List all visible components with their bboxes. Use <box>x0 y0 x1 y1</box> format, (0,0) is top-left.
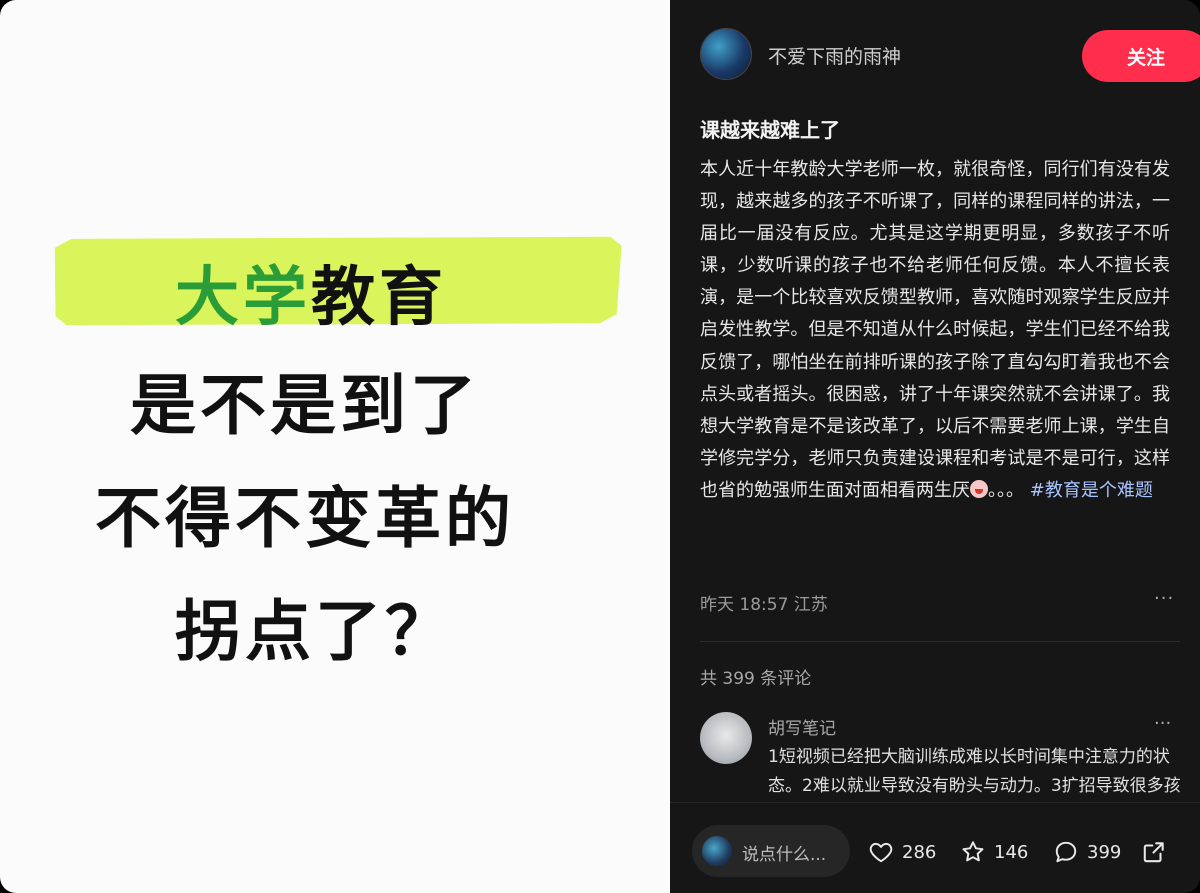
image-title-line-2: 是不是到了 <box>130 367 480 444</box>
like-count: 286 <box>902 841 937 863</box>
image-title-line-4: 拐点了？ <box>175 593 455 670</box>
hashtag-link[interactable]: #教育是个难题 <box>1030 480 1153 501</box>
author-avatar[interactable] <box>700 28 752 80</box>
like-button[interactable]: 286 <box>868 839 936 865</box>
crying-emoji-icon <box>970 479 988 498</box>
comment-count: 共 399 条评论 <box>700 669 812 689</box>
image-title-line-1: 大学教育 <box>175 246 670 338</box>
share-button[interactable] <box>1141 839 1167 865</box>
divider <box>700 641 1180 642</box>
comment-input[interactable]: 说点什么... <box>692 825 850 877</box>
image-title-line-3: 不得不变革的 <box>95 480 515 557</box>
collect-count: 146 <box>994 841 1029 863</box>
comment-icon <box>1055 841 1077 863</box>
post-body-tail: 。。。 <box>988 479 1024 501</box>
star-icon <box>962 841 984 862</box>
engagement-bar: 说点什么... 286 146 399 <box>670 802 1200 893</box>
post-body: 本人近十年教龄大学老师一枚，就很奇怪，同行们有没有发现，越来越多的孩子不听课了，… <box>700 154 1170 507</box>
follow-button[interactable]: 关注 <box>1082 30 1200 82</box>
comment-button-count: 399 <box>1087 841 1122 863</box>
comment-input-placeholder: 说点什么... <box>742 845 827 865</box>
author-name[interactable]: 不爱下雨的雨神 <box>768 42 901 69</box>
commenter-avatar[interactable] <box>700 712 752 764</box>
comment-more-icon[interactable]: ··· <box>1154 713 1171 734</box>
post-detail-panel: 不爱下雨的雨神 关注 课越来越难上了 本人近十年教龄大学老师一枚，就很奇怪，同行… <box>670 0 1200 893</box>
collect-button[interactable]: 146 <box>960 839 1028 865</box>
image-title-black: 教育 <box>311 261 447 335</box>
share-icon <box>1143 842 1164 863</box>
post-meta: 昨天 18:57 江苏 <box>700 595 828 615</box>
comment-text: 1短视频已经把大脑训练成难以长时间集中注意力的状态。2难以就业导致没有盼头与动力… <box>768 747 1181 805</box>
post-image[interactable]: 大学教育 是不是到了 不得不变革的 拐点了？ <box>0 0 670 893</box>
image-title-green: 大学 <box>175 261 311 335</box>
commenter-name[interactable]: 胡写笔记 <box>768 714 836 739</box>
post-title: 课越来越难上了 <box>700 118 840 142</box>
comment-button[interactable]: 399 <box>1053 839 1121 865</box>
heart-icon <box>869 842 893 863</box>
user-avatar <box>702 836 732 866</box>
post-more-icon[interactable]: ··· <box>1154 588 1174 609</box>
author-row: 不爱下雨的雨神 关注 <box>700 28 1200 84</box>
post-body-text: 本人近十年教龄大学老师一枚，就很奇怪，同行们有没有发现，越来越多的孩子不听课了，… <box>700 159 1170 501</box>
